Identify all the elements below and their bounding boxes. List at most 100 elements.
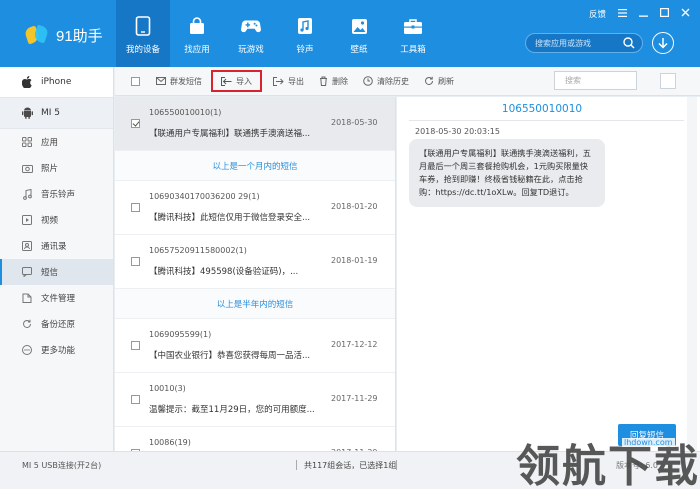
- row-checkbox[interactable]: [131, 119, 140, 128]
- sidebar-item-music[interactable]: 音乐铃声: [0, 181, 113, 207]
- version-label: 版本号: 6.0: [616, 461, 658, 470]
- refresh-button[interactable]: 刷新: [422, 70, 456, 92]
- sms-icon: [21, 267, 33, 277]
- app-search-input[interactable]: 搜索应用或游戏: [525, 33, 643, 53]
- apple-icon: [21, 76, 33, 88]
- backup-icon: [21, 319, 33, 329]
- group-send-button[interactable]: 群发短信: [154, 70, 204, 92]
- export-button[interactable]: 导出: [271, 70, 306, 92]
- android-icon: [21, 107, 33, 119]
- row-checkbox[interactable]: [131, 395, 140, 404]
- message-timestamp: 2018-05-30 20:03:15: [415, 127, 500, 136]
- download-manager-button[interactable]: [652, 32, 674, 54]
- sidebar-item-apps[interactable]: 应用: [0, 129, 113, 155]
- sender-number: 10086(19): [149, 438, 191, 447]
- select-all-checkbox[interactable]: [131, 76, 140, 86]
- conversation-row[interactable]: 106550010010(1) 【联通用户专属福利】联通携手澳滴送福... 20…: [115, 97, 395, 151]
- sms-search-input[interactable]: 搜索: [554, 71, 637, 90]
- maximize-icon[interactable]: [660, 8, 670, 20]
- sidebar-item-more[interactable]: 更多功能: [0, 337, 113, 363]
- message-bubble: 【联通用户专属福利】联通携手澳滴送福利，五月最后一个周三套餐抢购机会，1元购买限…: [409, 139, 605, 207]
- export-label: 导出: [288, 76, 304, 86]
- nav-find-apps[interactable]: 找应用: [170, 0, 224, 67]
- nav-toolbox[interactable]: 工具箱: [386, 0, 440, 67]
- status-divider: [396, 460, 397, 470]
- nav-label: 玩游戏: [238, 45, 264, 55]
- window-controls: 反馈: [577, 8, 690, 20]
- folder-icon: [21, 293, 33, 303]
- sidebar-item-video[interactable]: 视频: [0, 207, 113, 233]
- message-date: 2017-12-12: [331, 340, 378, 349]
- device-name: iPhone: [41, 77, 72, 87]
- row-checkbox[interactable]: [131, 203, 140, 212]
- conversation-row[interactable]: 1069095599(1) 【中国农业银行】恭喜您获得每周一品活... 2017…: [115, 319, 395, 373]
- import-icon: [221, 76, 232, 86]
- conversation-list: 106550010010(1) 【联通用户专属福利】联通携手澳滴送福... 20…: [115, 97, 396, 451]
- conversation-row[interactable]: 10690340170036200 29(1) 【腾讯科技】此短信仅用于微信登录…: [115, 181, 395, 235]
- sender-number: 10010(3): [149, 384, 186, 393]
- message-date: 2018-01-20: [331, 202, 378, 211]
- nav-my-device[interactable]: 我的设备: [116, 0, 170, 67]
- close-icon[interactable]: [681, 8, 690, 20]
- menu-icon[interactable]: [618, 8, 627, 20]
- device-iphone[interactable]: iPhone: [0, 67, 113, 98]
- message-date: 2017-11-29: [331, 394, 378, 403]
- feedback-link[interactable]: 反馈: [589, 8, 606, 20]
- nav-ringtones[interactable]: 铃声: [278, 0, 332, 67]
- conversation-row[interactable]: 10010(3) 温馨提示：截至11月29日，您的可用额度... 2017-11…: [115, 373, 395, 427]
- music-note-icon: [295, 15, 315, 37]
- nav-wallpapers[interactable]: 壁纸: [332, 0, 386, 67]
- trash-icon: [319, 76, 328, 86]
- sidebar-item-label: 通讯录: [41, 242, 67, 252]
- import-button[interactable]: 导入: [211, 70, 262, 92]
- search-icon[interactable]: [623, 37, 635, 51]
- clear-history-label: 清除历史: [377, 76, 409, 86]
- sidebar-item-label: 更多功能: [41, 346, 76, 356]
- message-preview: 【中国农业银行】恭喜您获得每周一品活...: [149, 351, 311, 361]
- sidebar-item-label: 文件管理: [41, 294, 76, 304]
- row-checkbox[interactable]: [131, 257, 140, 266]
- title-divider: [409, 120, 684, 121]
- connection-status[interactable]: MI 5 USB连接(开2台): [22, 460, 101, 471]
- conversation-title: 106550010010: [501, 103, 583, 115]
- conversation-row[interactable]: 10086(19) 2017-11-29: [115, 427, 395, 451]
- nav-games[interactable]: 玩游戏: [224, 0, 278, 67]
- picture-icon: [349, 15, 369, 37]
- sidebar-item-files[interactable]: 文件管理: [0, 285, 113, 311]
- view-toggle-button[interactable]: [660, 73, 676, 89]
- minimize-icon[interactable]: [639, 9, 648, 20]
- reply-button[interactable]: 回复短信: [618, 424, 676, 446]
- video-icon: [21, 215, 33, 225]
- status-divider: [296, 460, 297, 470]
- sidebar-item-label: 应用: [41, 138, 59, 148]
- refresh-label: 刷新: [438, 76, 454, 86]
- search-placeholder: 搜索应用或游戏: [535, 38, 591, 48]
- nav-label: 工具箱: [400, 45, 426, 55]
- nav-label: 找应用: [184, 45, 210, 55]
- sidebar-item-label: 音乐铃声: [41, 190, 76, 200]
- sidebar-item-photos[interactable]: 照片: [0, 155, 113, 181]
- delete-label: 删除: [332, 76, 348, 86]
- sidebar-item-sms[interactable]: 短信: [0, 259, 113, 285]
- sender-number: 10657520911580002(1): [149, 246, 247, 255]
- sms-toolbar: 群发短信 导入 导出 删除 清除历史 刷新 搜索: [115, 67, 700, 96]
- camera-icon: [21, 164, 33, 173]
- device-name: MI 5: [41, 108, 61, 118]
- sidebar-item-contacts[interactable]: 通讯录: [0, 233, 113, 259]
- message-preview: 【腾讯科技】此短信仅用于微信登录安全...: [149, 213, 311, 223]
- conversation-scrollbar[interactable]: [687, 97, 697, 451]
- message-preview: 【腾讯科技】495598(设备验证码)，...: [149, 267, 299, 277]
- music-icon: [21, 188, 33, 200]
- conversation-row[interactable]: 10657520911580002(1) 【腾讯科技】495598(设备验证码)…: [115, 235, 395, 289]
- time-group-divider: 以上是一个月内的短信: [115, 151, 395, 181]
- left-sidebar: iPhone MI 5 应用 照片 音乐铃声 视频 通讯录 短信 文件管理 备份…: [0, 67, 114, 451]
- delete-button[interactable]: 删除: [317, 70, 350, 92]
- clear-history-button[interactable]: 清除历史: [361, 70, 411, 92]
- sender-number: 106550010010(1): [149, 108, 222, 117]
- sender-number: 10690340170036200 29(1): [149, 192, 260, 201]
- mail-icon: [156, 77, 166, 85]
- device-mi5[interactable]: MI 5: [0, 98, 113, 129]
- sidebar-item-label: 短信: [41, 268, 59, 278]
- row-checkbox[interactable]: [131, 341, 140, 350]
- sidebar-item-backup[interactable]: 备份还原: [0, 311, 113, 337]
